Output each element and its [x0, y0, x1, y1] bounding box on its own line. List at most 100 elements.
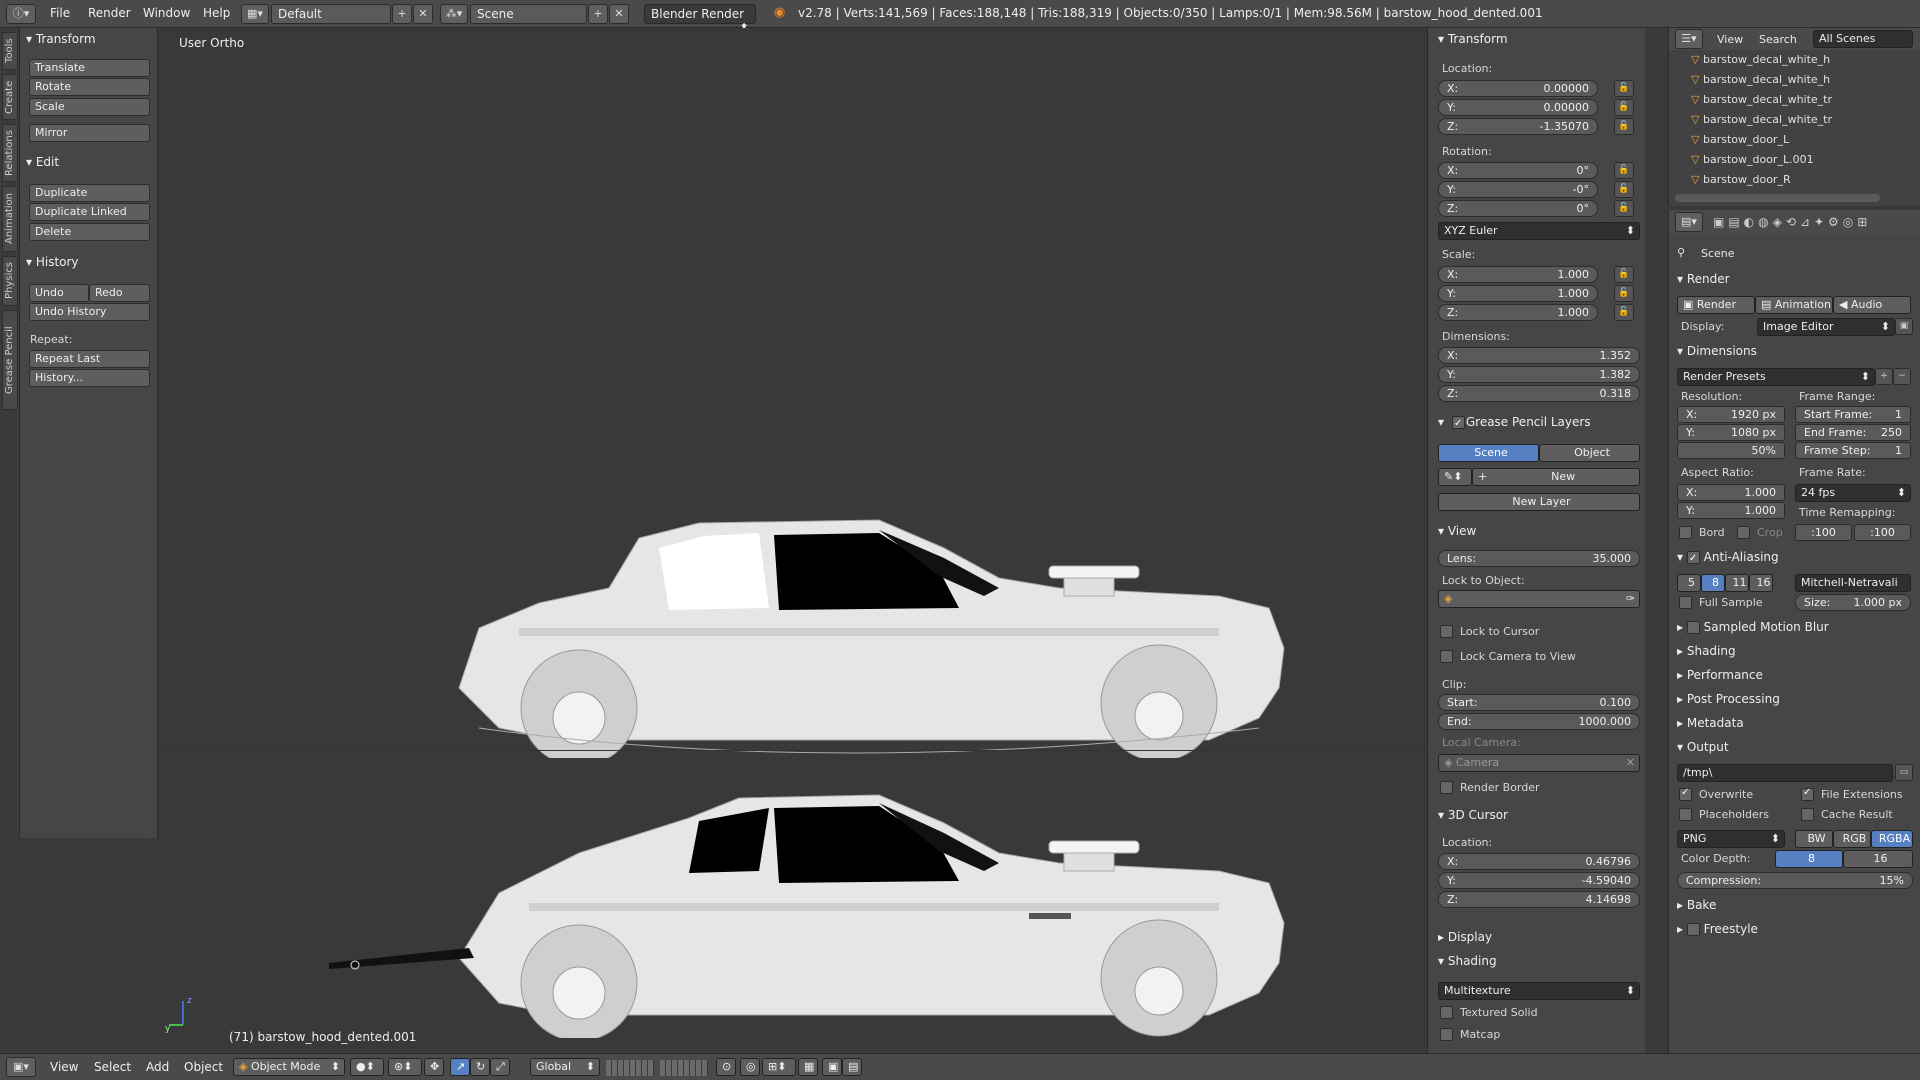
depth-8-button[interactable]: 8	[1775, 850, 1843, 868]
tab-relations[interactable]: Relations	[2, 124, 18, 182]
car-model-bottom[interactable]	[319, 753, 1299, 1038]
res-y-field[interactable]: Y: 1080 px	[1677, 424, 1785, 441]
clip-end-field[interactable]: End: 1000.000	[1438, 713, 1640, 730]
cursor-panel-header[interactable]: ▾ 3D Cursor	[1438, 806, 1508, 824]
lens-field[interactable]: Lens: 35.000	[1438, 550, 1640, 567]
opengl-anim-icon[interactable]: ▤	[842, 1058, 862, 1076]
audio-button[interactable]: ◀ Audio	[1833, 296, 1911, 314]
crop-checkbox[interactable]	[1737, 526, 1750, 539]
layout-field[interactable]: Default	[271, 4, 391, 24]
grease-pencil-header[interactable]: ▾ Grease Pencil Layers	[1438, 413, 1591, 433]
lock-to-cursor-checkbox[interactable]	[1440, 625, 1453, 638]
render-button[interactable]: ▣ Render	[1677, 296, 1755, 314]
rotation-z-field[interactable]: Z: 0°	[1438, 200, 1598, 217]
layer-buttons-b[interactable]	[660, 1060, 708, 1076]
filter-size-field[interactable]: Size: 1.000 px	[1795, 594, 1911, 611]
metadata-header[interactable]: ▸ Metadata	[1677, 714, 1744, 732]
rotate-manipulator-icon[interactable]: ↻	[470, 1058, 490, 1076]
dimension-y-field[interactable]: Y: 1.382	[1438, 366, 1640, 383]
aa-samples-8[interactable]: 8	[1701, 574, 1725, 592]
scene-field[interactable]: Scene	[470, 4, 587, 24]
layout-remove-icon[interactable]: ✕	[413, 4, 433, 24]
translate-button[interactable]: Translate	[29, 59, 150, 77]
aa-samples-11[interactable]: 11	[1725, 574, 1749, 592]
preset-add-icon[interactable]: +	[1875, 368, 1893, 385]
tab-create[interactable]: Create	[2, 74, 18, 120]
outliner-row[interactable]: ▽ barstow_door_L	[1669, 130, 1920, 150]
menu-help[interactable]: Help	[203, 6, 230, 20]
grease-pencil-checkbox[interactable]	[1452, 415, 1465, 433]
lock-scale-z-icon[interactable]: 🔓	[1614, 304, 1634, 321]
rotation-y-field[interactable]: Y: -0°	[1438, 181, 1598, 198]
tab-grease-pencil[interactable]: Grease Pencil	[2, 310, 18, 410]
scene-remove-icon[interactable]: ✕	[609, 4, 629, 24]
manipulator-toggle-icon[interactable]: ✥	[424, 1058, 444, 1076]
outliner-scrollbar[interactable]	[1675, 194, 1880, 202]
outliner-row[interactable]: ▽ barstow_decal_white_h	[1669, 50, 1920, 70]
menu-render[interactable]: Render	[88, 6, 131, 20]
location-x-field[interactable]: X: 0.00000	[1438, 80, 1598, 97]
scale-button[interactable]: Scale	[29, 98, 150, 116]
preset-remove-icon[interactable]: −	[1893, 368, 1911, 385]
tab-animation[interactable]: Animation	[2, 186, 18, 252]
clear-camera-icon[interactable]: ✕	[1626, 755, 1639, 771]
layout-grid-icon[interactable]: ▦▾	[241, 4, 269, 24]
border-checkbox[interactable]	[1679, 526, 1692, 539]
undo-history-button[interactable]: Undo History	[29, 303, 150, 321]
history-panel-header[interactable]: ▾ History	[26, 253, 79, 271]
transform-panel-header[interactable]: ▾ Transform	[26, 30, 96, 48]
animation-button[interactable]: ▤ Animation	[1755, 296, 1833, 314]
shading-section-header[interactable]: ▸ Shading	[1677, 642, 1736, 660]
lock-rotation-x-icon[interactable]: 🔓	[1614, 162, 1634, 179]
view-panel-header[interactable]: ▾ View	[1438, 522, 1476, 540]
car-model-top[interactable]	[439, 478, 1299, 758]
overwrite-checkbox[interactable]	[1679, 787, 1692, 801]
snap-toggle-icon[interactable]: ⊞⬍	[762, 1058, 796, 1076]
lock-scale-x-icon[interactable]: 🔓	[1614, 266, 1634, 283]
color-rgb-button[interactable]: RGB	[1833, 830, 1871, 848]
aspect-x-field[interactable]: X: 1.000	[1677, 484, 1785, 501]
location-z-field[interactable]: Z: -1.35070	[1438, 118, 1598, 135]
frame-step-field[interactable]: Frame Step: 1	[1795, 442, 1911, 459]
full-sample-checkbox[interactable]	[1679, 596, 1692, 609]
render-border-checkbox[interactable]	[1440, 781, 1453, 794]
local-camera-field[interactable]: ◈ Camera ✕	[1438, 754, 1640, 772]
tab-tools[interactable]: Tools	[2, 32, 18, 70]
viewport-menu-select[interactable]: Select	[94, 1060, 131, 1074]
outliner-row[interactable]: ▽ barstow_decal_white_tr	[1669, 110, 1920, 130]
viewport-menu-object[interactable]: Object	[184, 1060, 223, 1074]
scale-x-field[interactable]: X: 1.000	[1438, 266, 1598, 283]
sidebar-scrollbar[interactable]	[1646, 28, 1668, 1053]
dimension-x-field[interactable]: X: 1.352	[1438, 347, 1640, 364]
lock-location-y-icon[interactable]: 🔓	[1614, 99, 1634, 116]
matcap-checkbox[interactable]	[1440, 1028, 1453, 1041]
textured-solid-checkbox[interactable]	[1440, 1006, 1453, 1019]
file-extensions-checkbox[interactable]	[1801, 787, 1814, 801]
start-frame-field[interactable]: Start Frame: 1	[1795, 406, 1911, 423]
render-engine-select[interactable]: Blender Render⬍	[644, 4, 756, 35]
lock-scale-y-icon[interactable]: 🔓	[1614, 285, 1634, 302]
eyedropper-icon[interactable]: ✑	[1626, 591, 1639, 607]
file-format-select[interactable]: PNG ⬍	[1677, 830, 1785, 848]
dimensions-section-header[interactable]: ▾ Dimensions	[1677, 342, 1757, 360]
outliner-menu-view[interactable]: View	[1717, 33, 1743, 46]
redo-button[interactable]: Redo	[89, 284, 150, 302]
output-header[interactable]: ▾ Output	[1677, 738, 1729, 756]
folder-icon[interactable]: ▭	[1895, 764, 1913, 781]
properties-editor-icon[interactable]: ▤▾	[1675, 212, 1703, 232]
aa-samples-5[interactable]: 5	[1677, 574, 1701, 592]
location-y-field[interactable]: Y: 0.00000	[1438, 99, 1598, 116]
rotate-button[interactable]: Rotate	[29, 78, 150, 96]
cursor-z-field[interactable]: Z: 4.14698	[1438, 891, 1640, 908]
snap-target-icon[interactable]: ▦	[798, 1058, 818, 1076]
editor-type-icon[interactable]: ⓘ▾	[6, 4, 36, 24]
res-percent-slider[interactable]: 50%	[1677, 442, 1785, 459]
layout-add-icon[interactable]: +	[392, 4, 412, 24]
viewport-menu-view[interactable]: View	[50, 1060, 78, 1074]
outliner-row[interactable]: ▽ barstow_decal_white_tr	[1669, 90, 1920, 110]
bake-header[interactable]: ▸ Bake	[1677, 896, 1716, 914]
properties-context-icons[interactable]: ▣▤◐◍◈⟲⊿✦⚙◎⊞	[1713, 215, 1871, 229]
post-processing-header[interactable]: ▸ Post Processing	[1677, 690, 1780, 708]
lock-rotation-y-icon[interactable]: 🔓	[1614, 181, 1634, 198]
color-rgba-button[interactable]: RGBA	[1871, 830, 1913, 848]
